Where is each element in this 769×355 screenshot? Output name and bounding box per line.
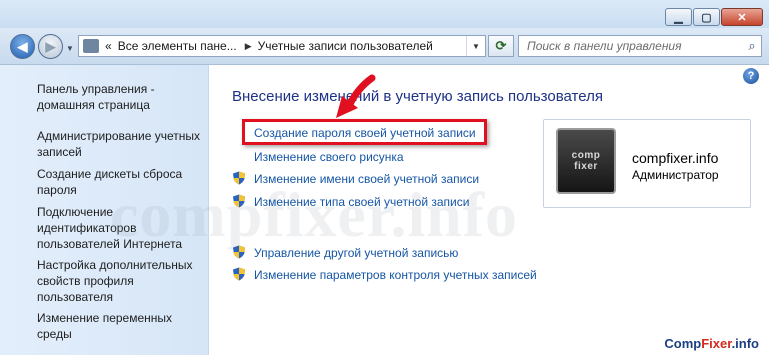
sidebar-item-label: Настройка дополнительных свойств профиля… xyxy=(37,258,193,304)
task-uac-settings[interactable]: Изменение параметров контроля учетных за… xyxy=(254,268,537,282)
sidebar-item-online-ids[interactable]: Подключение идентификаторов пользователе… xyxy=(37,204,202,252)
breadcrumb-separator-icon[interactable]: ▶ xyxy=(245,41,252,52)
help-icon[interactable]: ? xyxy=(743,68,759,84)
brand-part-fixer: Fixer xyxy=(701,336,732,351)
refresh-button[interactable]: ⟳ xyxy=(488,35,514,57)
sidebar-item-home[interactable]: Панель управления - домашняя страница xyxy=(37,81,202,113)
sidebar: Панель управления - домашняя страница Ад… xyxy=(0,65,209,355)
close-button[interactable]: ✕ xyxy=(721,8,763,26)
address-bar[interactable]: « Все элементы пане... ▶ Учетные записи … xyxy=(78,35,486,57)
user-name: compfixer.info xyxy=(632,150,719,166)
task-change-picture[interactable]: Изменение своего рисунка xyxy=(254,150,404,164)
avatar-logo-text: comp fixer xyxy=(571,150,601,172)
uac-shield-icon xyxy=(233,245,245,259)
search-icon[interactable]: ⌕ xyxy=(743,37,761,55)
sidebar-item-reset-disk[interactable]: Создание дискеты сброса пароля xyxy=(37,166,202,198)
breadcrumb-all-items[interactable]: Все элементы пане... xyxy=(118,39,237,53)
back-button[interactable]: ◀ xyxy=(10,34,35,59)
red-arrow-icon xyxy=(336,74,376,118)
sidebar-item-label: Создание дискеты сброса пароля xyxy=(37,167,183,197)
forward-button[interactable]: ▶ xyxy=(38,34,63,59)
avatar[interactable]: comp fixer xyxy=(556,128,616,194)
uac-shield-icon xyxy=(233,171,245,185)
uac-shield-icon xyxy=(233,194,245,208)
task-manage-other-account[interactable]: Управление другой учетной записью xyxy=(254,246,458,260)
sidebar-item-label: Изменение переменных среды xyxy=(37,311,173,341)
sidebar-item-label: Подключение идентификаторов пользователе… xyxy=(37,205,183,251)
brand-part-comp: Comp xyxy=(664,336,702,351)
user-account-card: comp fixer compfixer.info Администратор xyxy=(543,119,751,208)
search-input[interactable]: Поиск в панели управления xyxy=(527,39,743,53)
sidebar-item-profile-properties[interactable]: Настройка дополнительных свойств профиля… xyxy=(37,257,202,305)
navigation-bar: ◀ ▶ ▼ « Все элементы пане... ▶ Учетные з… xyxy=(0,28,769,65)
sidebar-item-label: Администрирование учетных записей xyxy=(37,129,201,159)
sidebar-item-manage-accounts[interactable]: Администрирование учетных записей xyxy=(37,128,202,160)
task-change-type[interactable]: Изменение типа своей учетной записи xyxy=(254,195,469,209)
task-change-name[interactable]: Изменение имени своей учетной записи xyxy=(254,172,479,186)
breadcrumb-overflow[interactable]: « xyxy=(105,39,112,53)
address-dropdown-icon[interactable]: ▼ xyxy=(466,36,485,56)
minimize-button[interactable]: ▁ xyxy=(665,8,692,26)
maximize-button[interactable]: ▢ xyxy=(693,8,720,26)
sidebar-item-label: Панель управления - домашняя страница xyxy=(37,82,155,112)
breadcrumb-user-accounts[interactable]: Учетные записи пользователей xyxy=(258,39,433,53)
user-role: Администратор xyxy=(632,168,719,182)
caption-buttons: ▁ ▢ ✕ xyxy=(664,8,763,26)
control-panel-icon xyxy=(83,39,99,53)
brand-part-info: .info xyxy=(731,336,759,351)
site-branding: CompFixer.info xyxy=(664,336,759,351)
uac-shield-icon xyxy=(233,267,245,281)
recent-pages-dropdown-icon[interactable]: ▼ xyxy=(66,44,74,53)
search-box[interactable]: Поиск в панели управления ⌕ xyxy=(518,35,762,57)
page-title: Внесение изменений в учетную запись поль… xyxy=(232,88,603,105)
sidebar-item-environment-variables[interactable]: Изменение переменных среды xyxy=(37,310,202,342)
